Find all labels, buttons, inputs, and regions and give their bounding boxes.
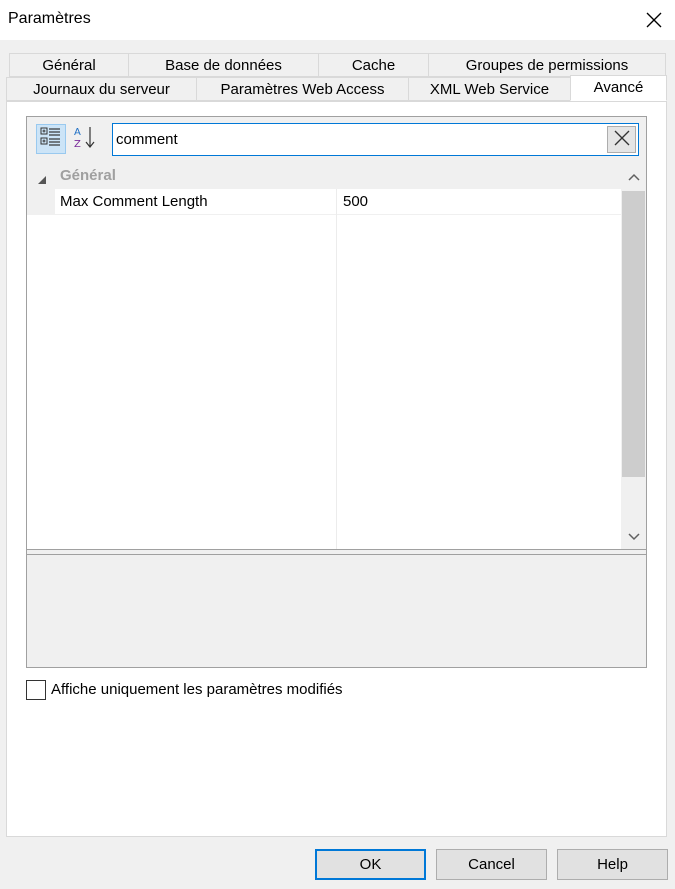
show-modified-only-label[interactable]: Affiche uniquement les paramètres modifi…: [51, 681, 343, 698]
scroll-down-button[interactable]: [621, 523, 646, 549]
clear-search-icon: [613, 129, 631, 151]
categorized-view-button[interactable]: [36, 124, 66, 154]
description-pane: [27, 555, 646, 667]
category-label: Général: [60, 167, 116, 184]
categorized-view-icon: [40, 126, 62, 152]
tab-general[interactable]: Général: [9, 53, 129, 77]
tab-cache[interactable]: Cache: [318, 53, 429, 77]
sort-alphabetical-button[interactable]: A Z: [70, 124, 100, 154]
sort-alphabetical-icon: A Z: [72, 124, 98, 154]
property-value[interactable]: 500: [343, 193, 368, 210]
tab-label: XML Web Service: [429, 81, 550, 98]
property-row[interactable]: Max Comment Length 500: [27, 189, 621, 215]
tab-advanced[interactable]: Avancé: [570, 75, 667, 101]
tab-xml-web-service[interactable]: XML Web Service: [408, 77, 571, 101]
tab-label: Général: [42, 57, 96, 74]
row-divider: [55, 214, 621, 215]
property-name: Max Comment Length: [60, 193, 208, 210]
property-grid-rows: Général Max Comment Length 500: [27, 163, 646, 549]
tab-label: Avancé: [593, 79, 644, 96]
property-search-box: [112, 123, 639, 156]
property-grid: A Z comment Général Max Comment Length 5…: [26, 116, 647, 668]
collapse-triangle-icon[interactable]: [37, 172, 47, 184]
tab-label: Journaux du serveur: [33, 81, 170, 98]
tab-label: Cache: [351, 57, 396, 74]
scroll-up-button[interactable]: [621, 163, 646, 189]
tab-label: Groupes de permissions: [465, 57, 629, 74]
close-icon[interactable]: [642, 8, 666, 32]
tab-web-access-settings[interactable]: Paramètres Web Access: [196, 77, 409, 101]
cancel-button[interactable]: Cancel: [436, 849, 547, 880]
scrollbar-thumb[interactable]: [622, 191, 645, 477]
tab-database[interactable]: Base de données: [128, 53, 319, 77]
help-button[interactable]: Help: [557, 849, 668, 880]
property-row-gutter: [27, 189, 55, 215]
chevron-up-icon: [627, 168, 640, 185]
chevron-down-icon: [627, 528, 640, 545]
svg-text:A: A: [74, 127, 81, 138]
tab-strip: Général Base de données Cache Groupes de…: [0, 50, 675, 102]
title-bar: Paramètres: [0, 0, 675, 40]
column-divider[interactable]: [336, 189, 337, 549]
tab-permission-groups[interactable]: Groupes de permissions: [428, 53, 666, 77]
tab-label: Base de données: [165, 57, 282, 74]
property-search-input[interactable]: [116, 124, 604, 155]
category-row-general[interactable]: Général: [27, 163, 621, 189]
vertical-scrollbar[interactable]: [621, 163, 646, 549]
svg-text:Z: Z: [74, 139, 81, 150]
ok-button[interactable]: OK: [315, 849, 426, 880]
clear-search-button[interactable]: [607, 126, 636, 153]
window-title: Paramètres: [8, 10, 91, 27]
show-modified-only-checkbox[interactable]: [26, 680, 46, 700]
tab-server-logs[interactable]: Journaux du serveur: [6, 77, 197, 101]
property-grid-toolbar: A Z: [27, 117, 646, 163]
tab-label: Paramètres Web Access: [220, 81, 385, 98]
